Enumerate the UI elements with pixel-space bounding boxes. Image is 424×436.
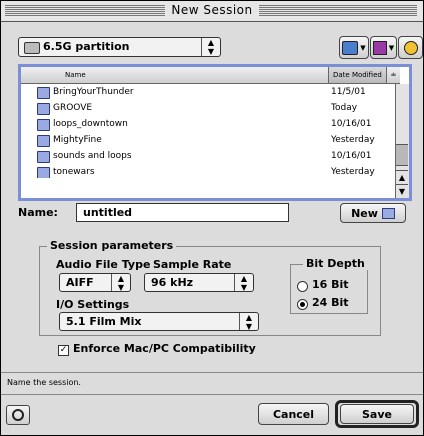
- column-header-date-label: Date Modified: [333, 71, 382, 79]
- updown-arrows-icon: ▲ ▼: [111, 274, 130, 292]
- new-folder-icon: [381, 207, 395, 219]
- list-item-date: 11/5/01: [331, 87, 366, 97]
- list-item[interactable]: sounds and loops 10/16/01: [21, 148, 386, 164]
- cancel-button[interactable]: Cancel: [258, 403, 329, 425]
- list-item-name: tonewars: [53, 167, 95, 177]
- bit-depth-24-label: 24 Bit: [312, 296, 349, 309]
- name-label: Name:: [18, 206, 58, 219]
- list-item-name: loops_downtown: [53, 119, 128, 129]
- sample-rate-label: Sample Rate: [153, 258, 232, 271]
- sample-rate-value: 96 kHz: [151, 276, 194, 289]
- volume-popup[interactable]: 6.5G partition ▲ ▼: [18, 37, 221, 57]
- list-item-date: Yesterday: [331, 135, 375, 145]
- io-settings-label: I/O Settings: [56, 298, 130, 311]
- vertical-scrollbar[interactable]: ▲ ▼: [395, 84, 409, 198]
- window-title: New Session: [165, 3, 259, 17]
- list-item[interactable]: BringYourThunder 11/5/01: [21, 84, 386, 100]
- folder-icon: [37, 167, 50, 178]
- shortcuts-button[interactable]: ▼: [370, 36, 397, 59]
- name-field[interactable]: untitled: [76, 203, 289, 222]
- session-parameters-title: Session parameters: [47, 239, 177, 252]
- audio-file-type-value: AIFF: [66, 276, 94, 289]
- sort-direction-icon: ≐: [390, 71, 397, 79]
- column-header-date[interactable]: Date Modified: [328, 67, 387, 84]
- io-settings-popup[interactable]: 5.1 Film Mix ▲ ▼: [59, 312, 259, 331]
- list-item[interactable]: loops_downtown 10/16/01: [21, 116, 386, 132]
- bit-depth-16-radio[interactable]: [297, 281, 308, 292]
- list-item-name: BringYourThunder: [53, 87, 134, 97]
- updown-arrows-icon: ▲ ▼: [234, 274, 253, 292]
- column-header-name[interactable]: Name: [21, 67, 328, 84]
- desktop-icon: [342, 40, 359, 55]
- list-item-date: Yesterday: [331, 167, 375, 177]
- new-folder-label: New: [351, 206, 378, 220]
- chevron-down-icon: ▼: [360, 43, 366, 52]
- new-session-dialog: New Session 6.5G partition ▲ ▼ ▼ ▼ Name D…: [0, 0, 424, 436]
- title-bar[interactable]: New Session: [1, 1, 423, 22]
- compat-label: Enforce Mac/PC Compatibility: [73, 342, 256, 355]
- bit-depth-title: Bit Depth: [303, 257, 368, 270]
- volume-label: 6.5G partition: [43, 40, 130, 53]
- list-item[interactable]: MightyFine Yesterday: [21, 132, 386, 148]
- recent-icon: [403, 40, 418, 55]
- list-item-name: GROOVE: [53, 103, 93, 113]
- io-settings-value: 5.1 Film Mix: [66, 315, 142, 328]
- bit-depth-16-label: 16 Bit: [312, 278, 349, 291]
- help-icon: [12, 409, 24, 421]
- divider: [1, 372, 423, 373]
- list-item-date: 10/16/01: [331, 119, 372, 129]
- updown-arrows-icon: ▲ ▼: [201, 38, 220, 56]
- new-folder-button[interactable]: New: [340, 203, 406, 223]
- audio-file-type-label: Audio File Type: [56, 258, 151, 271]
- list-item[interactable]: tonewars Yesterday: [21, 164, 386, 178]
- bit-depth-24-radio[interactable]: [297, 299, 308, 310]
- file-list[interactable]: Name Date Modified ≐ BringYourThunder 11…: [18, 64, 412, 201]
- folder-icon: [37, 135, 50, 147]
- list-item-date: Today: [331, 103, 358, 113]
- updown-arrows-icon: ▲ ▼: [239, 313, 258, 331]
- scroll-down-icon[interactable]: ▼: [396, 184, 408, 198]
- folder-icon: [37, 151, 50, 163]
- name-field-value: untitled: [83, 206, 133, 219]
- cancel-label: Cancel: [272, 407, 315, 421]
- save-label: Save: [362, 407, 392, 421]
- sample-rate-popup[interactable]: 96 kHz ▲ ▼: [144, 273, 254, 292]
- scroll-thumb[interactable]: [396, 144, 408, 166]
- compat-checkbox[interactable]: ✓: [58, 345, 69, 356]
- list-item-name: MightyFine: [53, 135, 102, 145]
- sort-direction-button[interactable]: ≐: [386, 67, 400, 84]
- desktop-button[interactable]: ▼: [339, 36, 369, 59]
- folder-icon: [37, 103, 50, 115]
- recent-button[interactable]: [398, 36, 423, 59]
- list-item-date: 10/16/01: [331, 151, 372, 161]
- divider: [1, 394, 423, 395]
- scroll-up-icon[interactable]: ▲: [396, 170, 408, 184]
- list-item-name: sounds and loops: [53, 151, 132, 161]
- list-item[interactable]: GROOVE Today: [21, 100, 386, 116]
- audio-file-type-popup[interactable]: AIFF ▲ ▼: [59, 273, 131, 292]
- shortcuts-icon: [372, 40, 387, 55]
- help-button[interactable]: [6, 405, 30, 425]
- save-button[interactable]: Save: [340, 404, 414, 424]
- folder-icon: [37, 87, 50, 99]
- status-text: Name the session.: [7, 378, 81, 387]
- chevron-down-icon: ▼: [388, 43, 395, 52]
- hard-disk-icon: [24, 42, 40, 54]
- column-header-name-label: Name: [65, 71, 86, 79]
- folder-icon: [37, 119, 50, 131]
